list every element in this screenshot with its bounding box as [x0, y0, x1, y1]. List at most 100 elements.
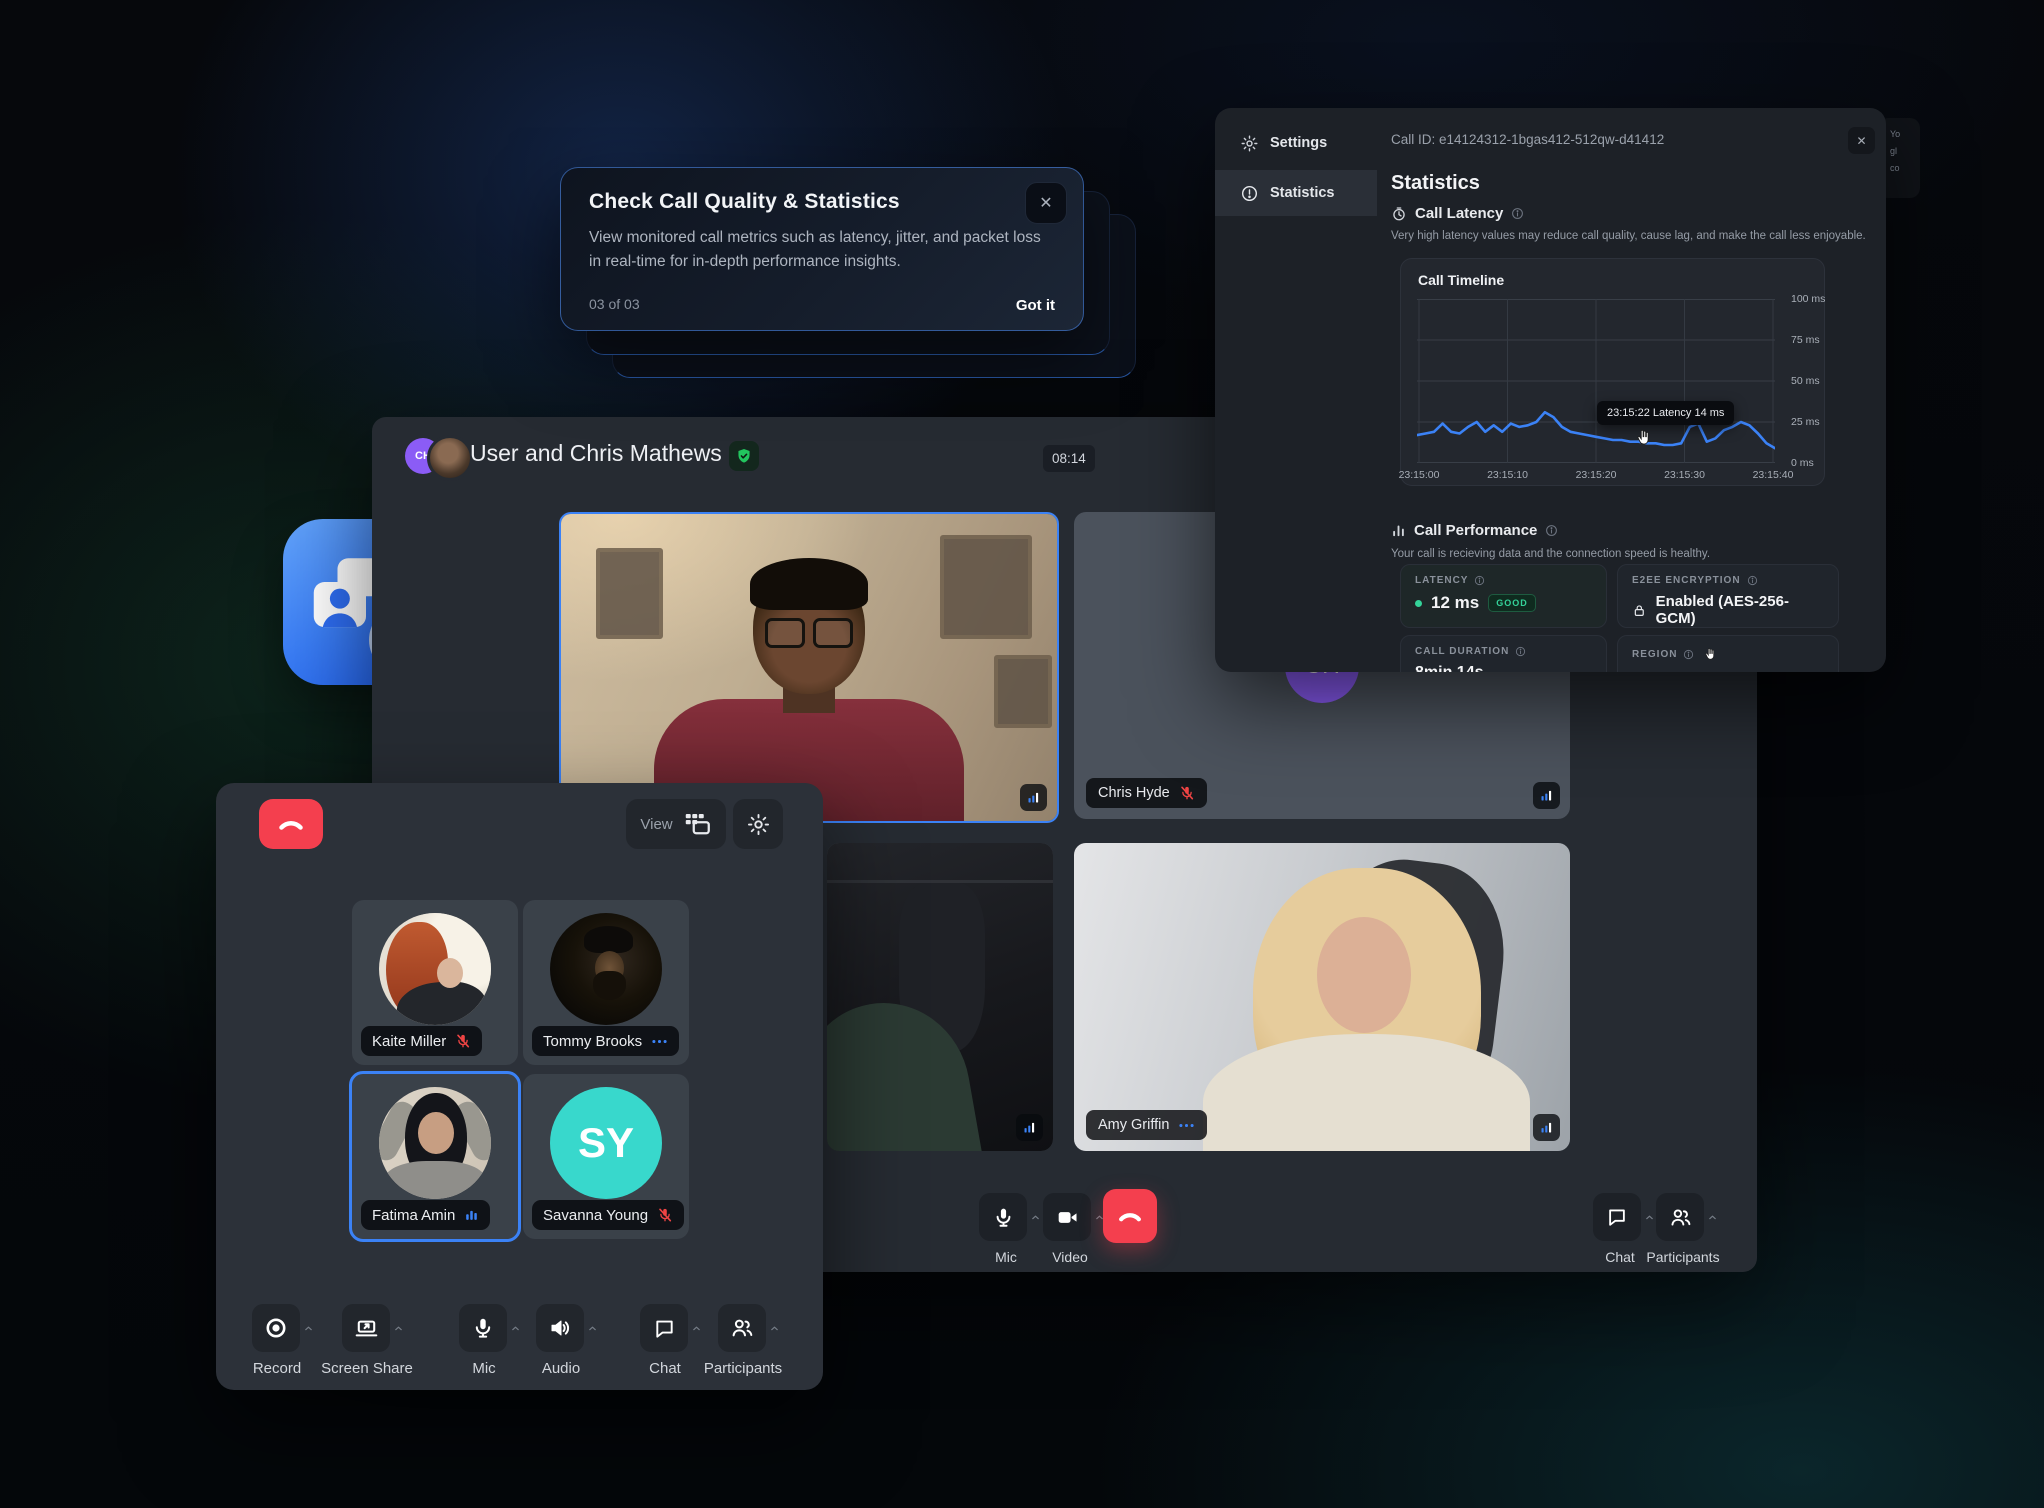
mic-button[interactable]	[459, 1304, 507, 1352]
audio-control: Audio	[536, 1304, 586, 1352]
info-icon[interactable]	[1747, 575, 1758, 586]
encryption-card: E2EE ENCRYPTION Enabled (AES-256-GCM)	[1617, 564, 1839, 628]
info-icon[interactable]	[1515, 646, 1526, 657]
mic-control: Mic	[979, 1193, 1033, 1241]
participant-name-pill: Fatima Amin	[361, 1200, 490, 1230]
video-feed	[827, 843, 1053, 1151]
connection-stats-chip[interactable]	[1533, 1114, 1560, 1141]
participants-button[interactable]	[718, 1304, 766, 1352]
speaking-dots-icon	[1178, 1122, 1195, 1129]
hangup-button[interactable]	[259, 799, 323, 849]
close-icon[interactable]: ✕	[1848, 127, 1875, 154]
avatar-initials: SY	[550, 1087, 662, 1199]
nav-item-settings[interactable]: Settings	[1215, 120, 1377, 166]
speaker-icon	[548, 1316, 572, 1340]
duration-card-label: CALL DURATION	[1415, 646, 1509, 657]
video-tile-amy-griffin[interactable]: Amy Griffin	[1074, 843, 1570, 1151]
connection-stats-chip[interactable]	[1533, 782, 1560, 809]
mic-icon	[471, 1316, 495, 1340]
chart-tooltip: 23:15:22 Latency 14 ms	[1597, 401, 1734, 425]
participant-name-pill: Kaite Miller	[361, 1026, 482, 1056]
video-feed	[561, 514, 1057, 821]
lock-icon	[1632, 603, 1647, 618]
onboarding-title: Check Call Quality & Statistics	[589, 190, 900, 214]
record-control: Record	[252, 1304, 302, 1352]
screen-share-button[interactable]	[342, 1304, 390, 1352]
x-axis-labels: 23:15:0023:15:1023:15:2023:15:3023:15:40	[1417, 469, 1775, 483]
latency-line-chart[interactable]	[1417, 299, 1775, 463]
x-tick-label: 23:15:30	[1664, 469, 1705, 481]
mic-off-icon	[657, 1207, 673, 1223]
hangup-button[interactable]	[1103, 1189, 1157, 1243]
participants-control: Participants	[1656, 1193, 1710, 1241]
chevron-up-icon[interactable]	[1644, 1212, 1655, 1223]
signal-bars-icon	[1026, 790, 1041, 805]
participant-tile-fatima[interactable]: Fatima Amin	[349, 1071, 521, 1242]
status-badge: GOOD	[1488, 594, 1536, 612]
connection-stats-chip[interactable]	[1020, 784, 1047, 811]
mic-off-icon	[455, 1033, 471, 1049]
got-it-button[interactable]: Got it	[1016, 297, 1055, 314]
x-tick-label: 23:15:00	[1399, 469, 1440, 481]
view-layout-button[interactable]: View	[626, 799, 726, 849]
mic-control: Mic	[459, 1304, 509, 1352]
video-button[interactable]	[1043, 1193, 1091, 1241]
chevron-up-icon[interactable]	[1707, 1212, 1718, 1223]
participant-tile-tommy[interactable]: Tommy Brooks	[523, 900, 689, 1065]
participant-name-pill: Tommy Brooks	[532, 1026, 679, 1056]
status-dot	[1415, 600, 1422, 607]
video-tile-active-speaker[interactable]	[559, 512, 1059, 823]
chevron-up-icon[interactable]	[393, 1323, 404, 1334]
y-axis-labels: 100 ms75 ms50 ms25 ms0 ms	[1791, 299, 1831, 463]
call-timeline-chart-card: Call Timeline 100 ms75 ms50 ms25 ms0 ms …	[1400, 258, 1825, 486]
chat-button[interactable]	[640, 1304, 688, 1352]
chevron-up-icon[interactable]	[303, 1323, 314, 1334]
info-icon[interactable]	[1474, 575, 1485, 586]
avatar	[379, 1087, 491, 1199]
avatar	[379, 913, 491, 1025]
y-tick-label: 50 ms	[1791, 375, 1820, 387]
avatar	[427, 435, 473, 481]
participant-tile-savanna[interactable]: SY Savanna Young	[523, 1074, 689, 1239]
call-timer: 08:14	[1043, 445, 1095, 472]
onboarding-card: Check Call Quality & Statistics ✕ View m…	[560, 167, 1084, 331]
participant-name-pill: Chris Hyde	[1086, 778, 1207, 808]
call-performance-title: Call Performance	[1414, 522, 1537, 539]
connection-stats-chip[interactable]	[1016, 1114, 1043, 1141]
nav-item-statistics[interactable]: Statistics	[1215, 170, 1377, 216]
close-icon[interactable]: ✕	[1025, 182, 1067, 224]
settings-button[interactable]	[733, 799, 783, 849]
audio-level-icon	[464, 1208, 479, 1223]
y-tick-label: 100 ms	[1791, 293, 1825, 305]
screen-share-label: Screen Share	[321, 1360, 413, 1377]
info-icon[interactable]	[1545, 524, 1558, 537]
hand-cursor-icon	[1702, 646, 1719, 663]
grid-view-icon	[682, 809, 712, 839]
chevron-up-icon[interactable]	[691, 1323, 702, 1334]
shield-check-icon	[735, 447, 753, 465]
y-tick-label: 25 ms	[1791, 416, 1820, 428]
participants-label: Participants	[704, 1360, 782, 1377]
participant-name: Tommy Brooks	[543, 1033, 642, 1050]
chevron-up-icon[interactable]	[769, 1323, 780, 1334]
participants-label: Participants	[1646, 1249, 1719, 1265]
chat-label: Chat	[649, 1360, 681, 1377]
participants-button[interactable]	[1656, 1193, 1704, 1241]
participant-name-pill: Savanna Young	[532, 1200, 684, 1230]
call-id: Call ID: e14124312-1bgas412-512qw-d41412	[1391, 132, 1664, 147]
chevron-up-icon[interactable]	[587, 1323, 598, 1334]
chat-button[interactable]	[1593, 1193, 1641, 1241]
chevron-up-icon[interactable]	[1030, 1212, 1041, 1223]
record-button[interactable]	[252, 1304, 300, 1352]
participant-tile-kaite[interactable]: Kaite Miller	[352, 900, 518, 1065]
x-tick-label: 23:15:40	[1753, 469, 1794, 481]
mic-button[interactable]	[979, 1193, 1027, 1241]
nav-settings-label: Settings	[1270, 135, 1327, 151]
info-icon[interactable]	[1683, 649, 1694, 660]
call-performance-section-header: Call Performance	[1391, 522, 1558, 539]
info-icon[interactable]	[1511, 207, 1524, 220]
view-label: View	[640, 816, 672, 833]
chevron-up-icon[interactable]	[510, 1323, 521, 1334]
video-tile[interactable]	[827, 843, 1053, 1151]
audio-button[interactable]	[536, 1304, 584, 1352]
